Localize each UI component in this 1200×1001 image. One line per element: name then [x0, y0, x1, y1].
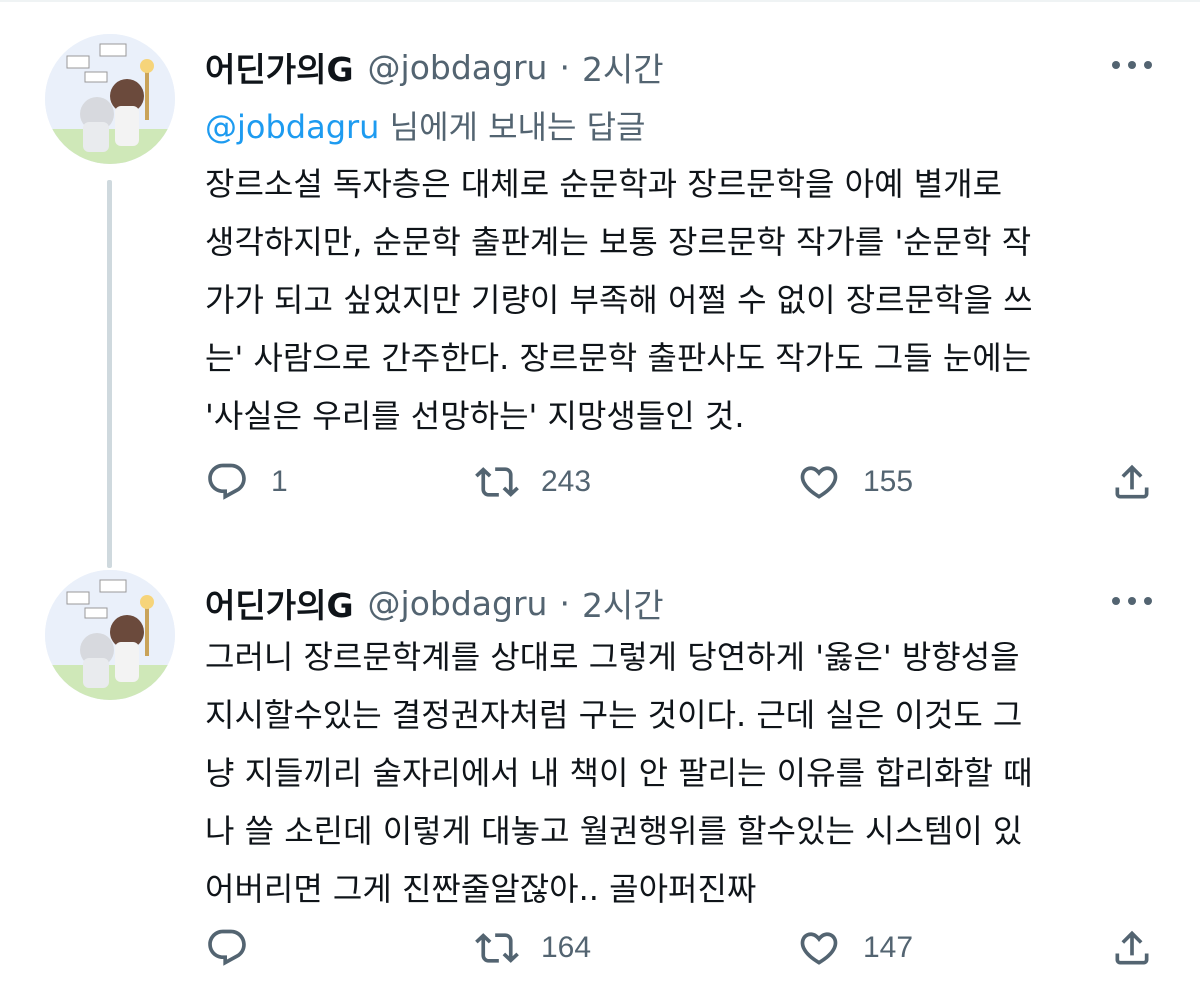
text-line: 냥 지들끼리 술자리에서 내 책이 안 팔리는 이유를 합리화할 때	[205, 754, 1033, 792]
display-name[interactable]: 어딘가의G	[205, 579, 354, 627]
text-line: 지시할수있는 결정권자처럼 구는 것이다. 근데 실은 이것도 그	[205, 696, 1023, 734]
text-line: 는' 사람으로 간주한다. 장르문학 출판사도 작가도 그들 눈에는	[205, 339, 1032, 377]
action-bar: 164 147	[205, 923, 1155, 973]
avatar[interactable]	[45, 570, 175, 700]
tweet-header: 어딘가의G @jobdagru · 2시간	[205, 42, 664, 92]
more-icon[interactable]	[1112, 50, 1152, 80]
retweet-button[interactable]: 164	[475, 923, 591, 973]
share-icon	[1115, 464, 1149, 499]
user-handle[interactable]: @jobdagru	[368, 48, 548, 87]
reply-context-label: 님에게 보내는 답글	[379, 108, 646, 146]
reply-button[interactable]: 1	[205, 457, 288, 507]
avatar[interactable]	[45, 34, 175, 164]
action-bar: 1 243 155	[205, 457, 1155, 507]
text-line: 어버리면 그게 진짠줄알잖아.. 골아퍼진짜	[205, 870, 757, 908]
top-divider	[0, 0, 1200, 8]
retweet-icon	[475, 467, 519, 497]
like-button[interactable]: 155	[797, 457, 913, 507]
reply-icon	[208, 463, 246, 500]
more-icon[interactable]	[1112, 586, 1152, 616]
retweet-count: 164	[541, 931, 592, 964]
text-line: 가가 되고 싶었지만 기량이 부족해 어쩔 수 없이 장르문학을 쓰	[205, 281, 1033, 319]
text-line: '사실은 우리를 선망하는' 지망생들인 것.	[205, 397, 745, 435]
like-count: 147	[863, 931, 914, 964]
reply-context: @jobdagru 님에게 보내는 답글	[205, 102, 646, 148]
tweet[interactable]: 어딘가의G @jobdagru · 2시간 @jobdagru 님에게 보내는 …	[0, 22, 1200, 568]
like-icon	[800, 466, 838, 499]
share-icon	[1115, 930, 1149, 965]
separator: ·	[559, 47, 570, 87]
user-handle[interactable]: @jobdagru	[368, 584, 548, 623]
share-button[interactable]	[1110, 457, 1154, 507]
like-count: 155	[863, 465, 914, 498]
timestamp[interactable]: 2시간	[582, 579, 664, 627]
reply-button[interactable]	[205, 923, 271, 973]
timestamp[interactable]: 2시간	[582, 43, 664, 91]
like-button[interactable]: 147	[797, 923, 913, 973]
retweet-button[interactable]: 243	[475, 457, 591, 507]
text-line: 그러니 장르문학계를 상대로 그렇게 당연하게 '옳은' 방향성을	[205, 638, 1020, 676]
tweet-text: 장르소설 독자층은 대체로 순문학과 장르문학을 아예 별개로 생각하지만, 순…	[205, 155, 1155, 445]
retweet-count: 243	[541, 465, 592, 498]
tweet-text: 그러니 장르문학계를 상대로 그렇게 당연하게 '옳은' 방향성을 지시할수있는…	[205, 628, 1155, 918]
retweet-icon	[475, 933, 519, 963]
reply-icon	[208, 929, 246, 966]
share-button[interactable]	[1110, 923, 1154, 973]
text-line: 생각하지만, 순문학 출판계는 보통 장르문학 작가를 '순문학 작	[205, 223, 1032, 261]
like-icon	[800, 932, 838, 965]
mention-link[interactable]: @jobdagru	[205, 108, 379, 146]
text-line: 나 쓸 소린데 이렇게 대놓고 월권행위를 할수있는 시스템이 있	[205, 812, 1023, 850]
text-line: 장르소설 독자층은 대체로 순문학과 장르문학을 아예 별개로	[205, 165, 1003, 203]
separator: ·	[559, 583, 570, 623]
display-name[interactable]: 어딘가의G	[205, 43, 354, 91]
tweet[interactable]: 어딘가의G @jobdagru · 2시간 그러니 장르문학계를 상대로 그렇게…	[0, 558, 1200, 998]
tweet-header: 어딘가의G @jobdagru · 2시간	[205, 578, 664, 628]
reply-count: 1	[271, 465, 288, 498]
thread-connector	[107, 180, 112, 568]
